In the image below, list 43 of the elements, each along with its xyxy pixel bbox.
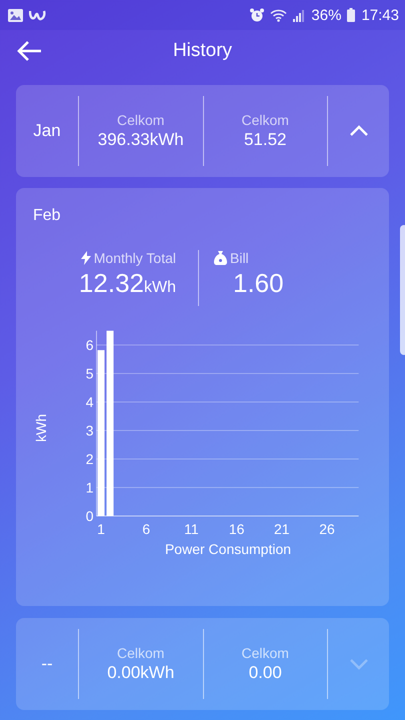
gallery-icon	[8, 8, 23, 22]
chevron-button[interactable]	[348, 124, 368, 138]
y-tick-label: 3	[86, 422, 94, 438]
bill-value: 51.52	[244, 130, 287, 150]
x-tick-label: 16	[228, 521, 244, 537]
bill-label: Celkom	[242, 645, 289, 661]
energy-label: Celkom	[117, 112, 164, 128]
clock-time: 17:43	[361, 6, 399, 24]
bill-label: Bill	[230, 250, 249, 266]
x-tick-label: 11	[184, 521, 199, 537]
month-label: Feb	[33, 207, 62, 225]
month-label: Jan	[32, 121, 62, 141]
app-logo-icon	[29, 9, 46, 21]
energy-label: Celkom	[117, 645, 164, 661]
energy-value: 0.00kWh	[107, 663, 174, 683]
y-axis-title: kWh	[33, 414, 49, 442]
money-bag-icon	[214, 251, 227, 265]
x-axis-title: Power Consumption	[164, 541, 292, 557]
y-tick-label: 0	[86, 508, 94, 524]
battery-percent: 36%	[311, 6, 342, 24]
bill-value: 0.00	[248, 663, 282, 683]
page-title: History	[172, 40, 232, 62]
month-label: --	[40, 654, 54, 674]
signal-icon	[293, 8, 306, 22]
wifi-icon	[270, 8, 288, 22]
bill-label: Celkom	[242, 112, 289, 128]
monthly-total-label: Monthly Total	[94, 250, 176, 266]
monthly-total-value: 12.32kWh	[78, 268, 176, 299]
lightning-icon	[80, 251, 91, 265]
x-tick-label: 21	[274, 521, 290, 537]
battery-icon	[347, 8, 356, 22]
y-tick-label: 2	[86, 451, 94, 467]
y-tick-label: 4	[86, 394, 94, 410]
energy-value: 396.33kWh	[98, 130, 184, 150]
x-tick-label: 1	[97, 521, 105, 537]
y-tick-label: 5	[86, 366, 94, 382]
x-tick-label: 26	[319, 521, 335, 537]
x-tick-label: 6	[142, 521, 150, 537]
alarm-icon	[250, 8, 264, 22]
y-tick-label: 6	[86, 337, 94, 353]
month-card[interactable]: Jan Celkom 396.33kWh Celkom 51.52	[16, 85, 389, 177]
bill-value: 1.60	[233, 268, 284, 299]
y-tick-label: 1	[86, 480, 94, 496]
